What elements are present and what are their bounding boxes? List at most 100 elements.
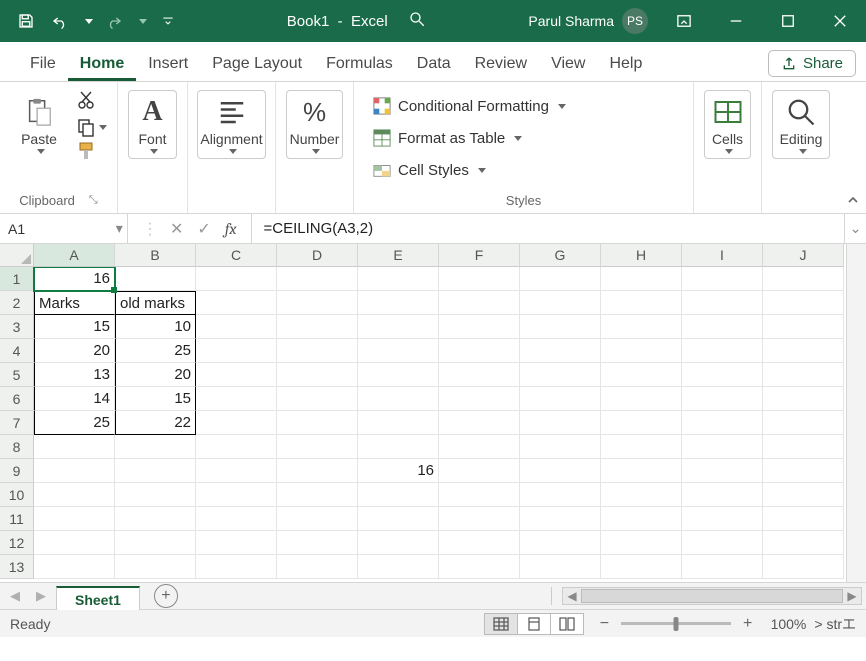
copy-button[interactable] bbox=[76, 117, 107, 137]
row-header-11[interactable]: 11 bbox=[0, 507, 34, 531]
row-header-2[interactable]: 2 bbox=[0, 291, 34, 315]
redo-button[interactable] bbox=[98, 5, 130, 37]
cell-A6[interactable]: 14 bbox=[34, 387, 115, 411]
row-header-3[interactable]: 3 bbox=[0, 315, 34, 339]
cell-B5[interactable]: 20 bbox=[115, 363, 196, 387]
name-box-input[interactable] bbox=[0, 221, 112, 237]
row-header-8[interactable]: 8 bbox=[0, 435, 34, 459]
cell-styles-button[interactable]: Cell Styles bbox=[368, 158, 570, 182]
font-button[interactable]: A Font bbox=[128, 90, 177, 159]
row-header-7[interactable]: 7 bbox=[0, 411, 34, 435]
hscroll-left[interactable]: ◀ bbox=[563, 589, 581, 603]
cell-A4[interactable]: 20 bbox=[34, 339, 115, 363]
cell-A2[interactable]: Marks bbox=[34, 291, 115, 315]
tab-formulas[interactable]: Formulas bbox=[314, 49, 405, 81]
sheet-tab-sheet1[interactable]: Sheet1 bbox=[56, 586, 140, 610]
tab-file[interactable]: File bbox=[18, 49, 68, 81]
column-header-G[interactable]: G bbox=[520, 244, 601, 267]
hscroll-thumb[interactable] bbox=[581, 589, 843, 603]
row-header-4[interactable]: 4 bbox=[0, 339, 34, 363]
maximize-button[interactable] bbox=[762, 0, 814, 42]
redo-more-button[interactable] bbox=[132, 5, 150, 37]
tab-data[interactable]: Data bbox=[405, 49, 463, 81]
cell-B3[interactable]: 10 bbox=[115, 315, 196, 339]
save-button[interactable] bbox=[10, 5, 42, 37]
share-button[interactable]: Share bbox=[768, 50, 856, 77]
format-painter-button[interactable] bbox=[76, 141, 107, 164]
tab-review[interactable]: Review bbox=[463, 49, 539, 81]
enter-formula-button[interactable]: ✓ bbox=[197, 219, 210, 239]
zoom-in-button[interactable]: + bbox=[739, 615, 756, 633]
format-as-table-button[interactable]: Format as Table bbox=[368, 126, 570, 150]
row-header-1[interactable]: 1 bbox=[0, 267, 34, 291]
row-header-10[interactable]: 10 bbox=[0, 483, 34, 507]
column-header-C[interactable]: C bbox=[196, 244, 277, 267]
column-header-J[interactable]: J bbox=[763, 244, 844, 267]
zoom-slider[interactable] bbox=[621, 622, 731, 625]
column-header-B[interactable]: B bbox=[115, 244, 196, 267]
horizontal-scrollbar[interactable]: ◀ ▶ bbox=[562, 587, 862, 605]
sheet-nav-next[interactable]: ▶ bbox=[30, 588, 52, 604]
view-page-layout-button[interactable] bbox=[517, 613, 551, 635]
cut-button[interactable] bbox=[76, 90, 107, 113]
cell-B2[interactable]: old marks bbox=[115, 291, 196, 315]
user-account[interactable]: Parul Sharma PS bbox=[528, 8, 648, 34]
new-sheet-button[interactable]: + bbox=[154, 584, 178, 608]
cell-B4[interactable]: 25 bbox=[115, 339, 196, 363]
name-box[interactable]: ▾ bbox=[0, 214, 128, 243]
name-box-dropdown[interactable]: ▾ bbox=[112, 220, 127, 237]
minimize-button[interactable] bbox=[710, 0, 762, 42]
vertical-scrollbar[interactable] bbox=[846, 244, 866, 582]
search-icon[interactable] bbox=[408, 10, 426, 32]
conditional-formatting-button[interactable]: Conditional Formatting bbox=[368, 94, 570, 118]
cell-A5[interactable]: 13 bbox=[34, 363, 115, 387]
insert-function-button[interactable]: fx bbox=[225, 220, 237, 238]
collapse-ribbon-button[interactable] bbox=[840, 82, 866, 213]
cell-B7[interactable]: 22 bbox=[115, 411, 196, 435]
ribbon-display-button[interactable] bbox=[658, 0, 710, 42]
tab-home[interactable]: Home bbox=[68, 49, 136, 81]
cell-B6[interactable]: 15 bbox=[115, 387, 196, 411]
tab-help[interactable]: Help bbox=[597, 49, 654, 81]
expand-formula-bar-button[interactable]: ⌄ bbox=[844, 214, 866, 243]
alignment-button[interactable]: Alignment bbox=[197, 90, 265, 159]
column-header-I[interactable]: I bbox=[682, 244, 763, 267]
view-page-break-button[interactable] bbox=[550, 613, 584, 635]
zoom-level[interactable]: 100% bbox=[764, 616, 806, 632]
column-header-E[interactable]: E bbox=[358, 244, 439, 267]
column-header-D[interactable]: D bbox=[277, 244, 358, 267]
row-header-13[interactable]: 13 bbox=[0, 555, 34, 579]
undo-more-button[interactable] bbox=[78, 5, 96, 37]
cell-B1[interactable] bbox=[115, 267, 196, 291]
hscroll-right[interactable]: ▶ bbox=[843, 589, 861, 603]
column-header-A[interactable]: A bbox=[34, 244, 115, 267]
zoom-out-button[interactable]: − bbox=[596, 615, 613, 633]
row-header-6[interactable]: 6 bbox=[0, 387, 34, 411]
tab-insert[interactable]: Insert bbox=[136, 49, 200, 81]
column-header-F[interactable]: F bbox=[439, 244, 520, 267]
undo-button[interactable] bbox=[44, 5, 76, 37]
sheet-nav-prev[interactable]: ◀ bbox=[4, 588, 26, 604]
row-header-12[interactable]: 12 bbox=[0, 531, 34, 555]
row-header-9[interactable]: 9 bbox=[0, 459, 34, 483]
paste-button[interactable]: Paste bbox=[10, 90, 68, 159]
close-button[interactable] bbox=[814, 0, 866, 42]
editing-button[interactable]: Editing bbox=[772, 90, 830, 159]
tab-view[interactable]: View bbox=[539, 49, 597, 81]
view-normal-button[interactable] bbox=[484, 613, 518, 635]
fill-handle[interactable] bbox=[111, 287, 117, 293]
qat-customize-button[interactable] bbox=[152, 5, 184, 37]
row-header-5[interactable]: 5 bbox=[0, 363, 34, 387]
cell-A7[interactable]: 25 bbox=[34, 411, 115, 435]
select-all-button[interactable] bbox=[0, 244, 34, 267]
cell-E9[interactable]: 16 bbox=[358, 459, 439, 483]
tab-page-layout[interactable]: Page Layout bbox=[200, 49, 314, 81]
formula-input[interactable] bbox=[251, 214, 845, 243]
cells-button[interactable]: Cells bbox=[704, 90, 751, 159]
cell-A1[interactable]: 16 bbox=[34, 267, 115, 291]
cell-A3[interactable]: 15 bbox=[34, 315, 115, 339]
clipboard-launcher[interactable]: ⤡ bbox=[89, 194, 98, 207]
cancel-formula-button[interactable]: ✕ bbox=[170, 219, 183, 239]
column-header-H[interactable]: H bbox=[601, 244, 682, 267]
number-button[interactable]: % Number bbox=[286, 90, 343, 159]
